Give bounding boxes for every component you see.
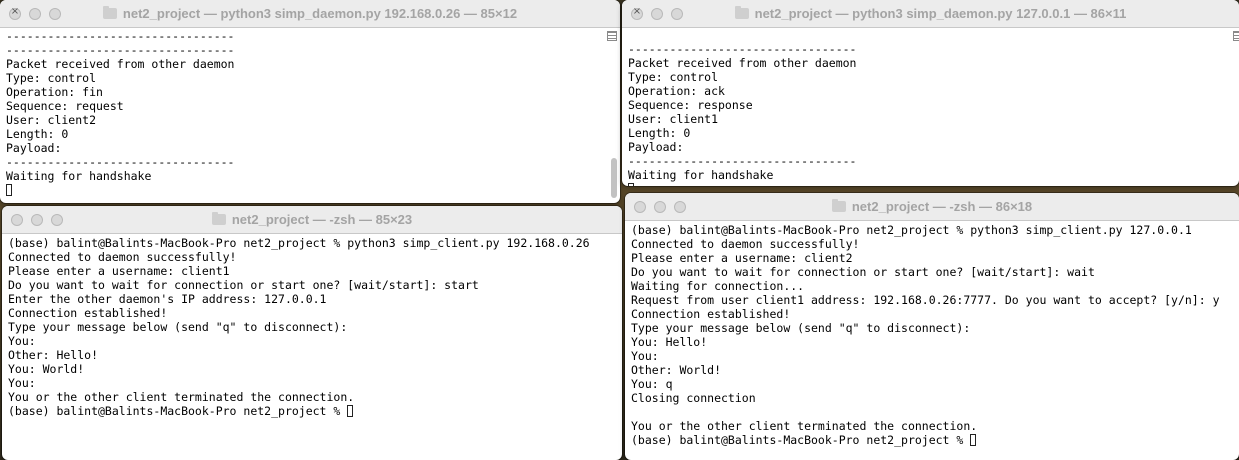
output-line: Other: Hello! — [8, 348, 99, 362]
folder-icon — [831, 199, 846, 212]
text-cursor — [347, 405, 354, 417]
window-title: net2_project — python3 simp_daemon.py 19… — [0, 0, 620, 27]
output-line: You: — [8, 334, 36, 348]
folder-icon — [211, 212, 226, 225]
output-line: --------------------------------- — [628, 154, 857, 168]
shell-prompt: (base) balint@Balints-MacBook-Pro net2_p… — [8, 404, 348, 418]
output-line: Packet received from other daemon — [6, 57, 235, 71]
window-title-text: net2_project — -zsh — 86×18 — [851, 199, 1033, 214]
output-line: Length: 0 — [6, 127, 69, 141]
output-line: --------------------------------- — [628, 42, 857, 56]
output-line: Connected to daemon successfully! — [631, 237, 860, 251]
terminal-window-daemon-1[interactable]: net2_project — python3 simp_daemon.py 19… — [0, 0, 620, 203]
output-line: Waiting for handshake — [628, 168, 774, 182]
output-line: Operation: ack — [628, 84, 725, 98]
output-line: Sequence: request — [6, 99, 124, 113]
title-bar[interactable]: net2_project — python3 simp_daemon.py 19… — [0, 0, 620, 28]
output-line: Waiting for handshake — [6, 169, 152, 183]
output-line: Connected to daemon successfully! — [8, 250, 237, 264]
output-line: Payload: — [628, 140, 684, 154]
folder-icon — [734, 6, 749, 19]
output-line: Operation: fin — [6, 85, 103, 99]
terminal-window-daemon-2[interactable]: net2_project — python3 simp_daemon.py 12… — [622, 0, 1239, 186]
output-line: (base) balint@Balints-MacBook-Pro net2_p… — [8, 236, 590, 250]
title-bar[interactable]: net2_project — python3 simp_daemon.py 12… — [622, 0, 1239, 28]
window-title-text: net2_project — python3 simp_daemon.py 19… — [122, 6, 518, 21]
output-line: --------------------------------- — [6, 155, 235, 169]
cursor-line — [6, 183, 620, 197]
output-line: Type: control — [6, 71, 97, 85]
output-line: You: q — [631, 377, 673, 391]
output-line: Type your message below (send "q" to dis… — [631, 321, 971, 335]
output-line: Packet received from other daemon — [628, 56, 857, 70]
output-line: You: — [8, 376, 36, 390]
window-title: net2_project — -zsh — 86×18 — [625, 193, 1239, 220]
output-line: User: client2 — [6, 113, 97, 127]
output-line: Connection established! — [631, 307, 791, 321]
output-line: Type your message below (send "q" to dis… — [8, 320, 348, 334]
output-line: Other: World! — [631, 363, 722, 377]
output-line: Sequence: response — [628, 98, 753, 112]
output-line: Type: control — [628, 70, 719, 84]
folder-icon — [102, 6, 117, 19]
output-line: Waiting for connection... — [631, 279, 805, 293]
output-line: You: — [631, 349, 659, 363]
output-line: Please enter a username: client2 — [631, 251, 853, 265]
output-line: Payload: — [6, 141, 62, 155]
text-cursor — [6, 184, 12, 196]
terminal-window-client-1[interactable]: net2_project — -zsh — 85×23 (base) balin… — [2, 206, 622, 460]
output-line: You: World! — [8, 362, 85, 376]
output-line: Please enter a username: client1 — [8, 264, 230, 278]
window-title-text: net2_project — -zsh — 85×23 — [231, 212, 413, 227]
output-line: Do you want to wait for connection or st… — [631, 265, 1095, 279]
output-line: User: client1 — [628, 112, 719, 126]
output-line: (base) balint@Balints-MacBook-Pro net2_p… — [631, 223, 1192, 237]
text-cursor — [628, 183, 634, 186]
window-title: net2_project — -zsh — 85×23 — [2, 206, 622, 233]
output-line: You or the other client terminated the c… — [631, 419, 978, 433]
output-line: You: Hello! — [631, 335, 708, 349]
output-line: Do you want to wait for connection or st… — [8, 278, 479, 292]
window-title: net2_project — python3 simp_daemon.py 12… — [622, 0, 1239, 27]
prompt-line: (base) balint@Balints-MacBook-Pro net2_p… — [8, 404, 622, 418]
output-line: --------------------------------- — [6, 43, 235, 57]
output-line: You or the other client terminated the c… — [8, 390, 355, 404]
title-bar[interactable]: net2_project — -zsh — 86×18 — [625, 193, 1239, 221]
prompt-line: (base) balint@Balints-MacBook-Pro net2_p… — [631, 433, 1239, 447]
window-title-text: net2_project — python3 simp_daemon.py 12… — [754, 6, 1127, 21]
terminal-window-client-2[interactable]: net2_project — -zsh — 86×18 (base) balin… — [625, 193, 1239, 460]
cursor-line — [628, 182, 1239, 186]
output-line: Length: 0 — [628, 126, 691, 140]
terminal-output[interactable]: --------------------------------- Packet… — [622, 28, 1239, 186]
output-line: Connection established! — [8, 306, 168, 320]
shell-prompt: (base) balint@Balints-MacBook-Pro net2_p… — [631, 433, 971, 447]
output-line: Closing connection — [631, 391, 756, 405]
output-line: --------------------------------- — [6, 29, 235, 43]
terminal-output[interactable]: --------------------------------- ------… — [0, 28, 620, 203]
text-cursor — [970, 434, 977, 446]
output-line: Enter the other daemon's IP address: 127… — [8, 292, 327, 306]
title-bar[interactable]: net2_project — -zsh — 85×23 — [2, 206, 622, 234]
output-line: Request from user client1 address: 192.1… — [631, 293, 1220, 307]
terminal-output[interactable]: (base) balint@Balints-MacBook-Pro net2_p… — [625, 221, 1239, 460]
terminal-output[interactable]: (base) balint@Balints-MacBook-Pro net2_p… — [2, 234, 622, 460]
